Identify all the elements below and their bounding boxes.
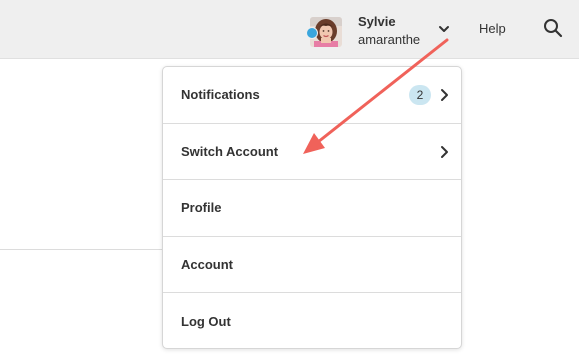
menu-item-label: Account	[181, 257, 233, 273]
help-link[interactable]: Help	[479, 21, 506, 36]
menu-item-profile[interactable]: Profile	[163, 180, 461, 237]
user-menu-toggle[interactable]: Sylvie amaranthe	[306, 13, 420, 49]
user-handle: amaranthe	[358, 32, 421, 47]
presence-status-dot	[306, 27, 318, 39]
chevron-right-icon	[441, 145, 448, 158]
user-name: Sylvie	[358, 14, 396, 29]
avatar-wrapper	[306, 15, 342, 47]
menu-item-log-out[interactable]: Log Out	[163, 293, 461, 348]
top-navigation-bar: Sylvie amaranthe Help	[0, 0, 579, 59]
menu-item-label: Log Out	[181, 314, 231, 330]
search-icon[interactable]	[543, 18, 563, 38]
menu-item-label: Notifications	[181, 87, 260, 103]
chevron-down-icon[interactable]	[437, 22, 451, 36]
user-info: Sylvie amaranthe	[358, 13, 420, 49]
account-dropdown-menu: Notifications 2 Switch Account Profile A…	[162, 66, 462, 349]
chevron-right-icon	[441, 89, 448, 101]
menu-item-notifications[interactable]: Notifications 2	[163, 67, 461, 124]
menu-item-account[interactable]: Account	[163, 237, 461, 294]
content-divider	[0, 249, 165, 250]
menu-item-label: Profile	[181, 200, 222, 216]
notification-count-badge: 2	[409, 85, 431, 105]
menu-item-label: Switch Account	[181, 143, 279, 159]
menu-item-switch-account[interactable]: Switch Account	[163, 124, 461, 181]
